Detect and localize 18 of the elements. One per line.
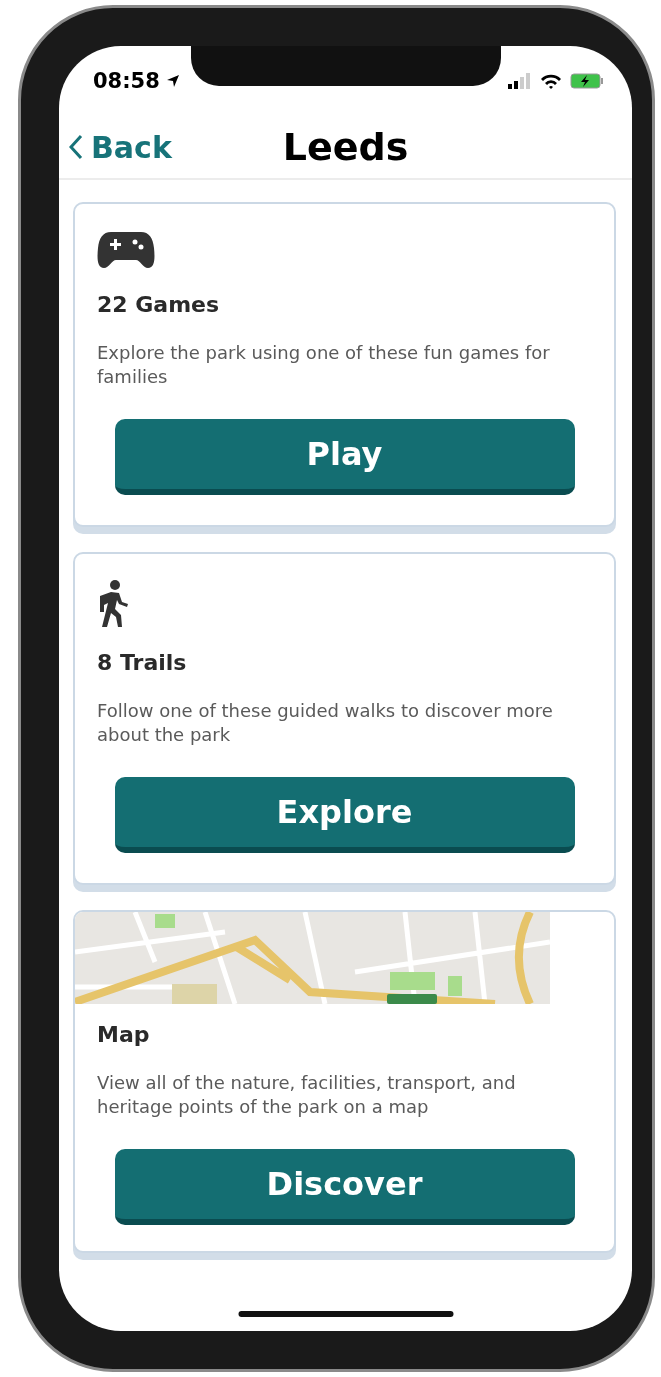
card-title: 22 Games [97,292,221,317]
card-description: Explore the park using one of these fun games for families [97,341,551,389]
card-description: View all of the nature, facilities, transport, and heritage points of the park on a map [97,1071,517,1119]
wifi-icon [540,73,562,89]
walking-person-icon [97,580,131,628]
card-description: Follow one of these guided walks to discover more about the park [97,699,554,747]
action-button[interactable]: Explore [114,777,575,853]
action-button[interactable]: Discover [114,1149,575,1225]
chevron-left-icon [69,134,83,160]
card-title: Map [97,1022,151,1047]
location-arrow-icon [165,74,180,88]
back-link[interactable]: Back [59,129,172,165]
signal-icon [508,73,532,89]
status-time: 08:58 [93,69,160,93]
battery-charging-icon [570,73,604,89]
gamepad-icon [97,230,155,270]
card-title: 8 Trails [97,650,188,675]
action-button[interactable]: Play [114,419,575,495]
